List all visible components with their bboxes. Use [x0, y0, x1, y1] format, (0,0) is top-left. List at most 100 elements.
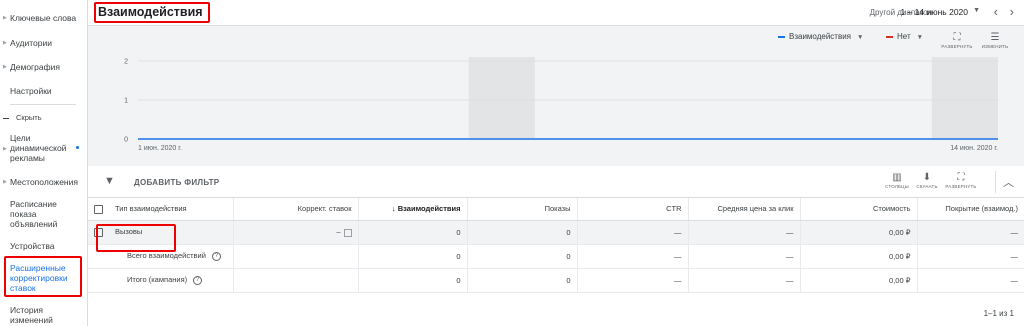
- header-coverage[interactable]: Покрытие (взаимод.): [917, 198, 1024, 221]
- sidebar-item-devices[interactable]: Устройства: [10, 241, 82, 251]
- weekend-bands: [468, 57, 998, 139]
- add-filter-button[interactable]: ДОБАВИТЬ ФИЛЬТР: [134, 178, 219, 187]
- select-all-checkbox[interactable]: [94, 204, 103, 214]
- table-row: Всего взаимодействий? 0 0 — — 0,00 ₽ —: [88, 244, 1024, 269]
- toolbar-divider: [995, 171, 996, 193]
- hide-label: Скрыть: [16, 113, 42, 122]
- header-interactions[interactable]: ↓ Взаимодействия: [358, 198, 468, 221]
- cell-ctr: —: [577, 220, 689, 245]
- pagination: 1–1 из 1: [983, 309, 1014, 318]
- y-axis-labels: 2 1 0: [124, 59, 128, 144]
- sidebar-item-ad-schedule[interactable]: Расписание показа объявлений: [10, 199, 82, 229]
- cell-cost: 0,00 ₽: [800, 244, 918, 269]
- highlight-box: [96, 224, 176, 252]
- edit-bid-icon[interactable]: [343, 228, 352, 237]
- header-cost[interactable]: Стоимость: [800, 198, 918, 221]
- y-tick-label: 1: [124, 98, 128, 105]
- cell-coverage: —: [917, 244, 1024, 269]
- cell-interactions: 0: [358, 244, 468, 269]
- header-impressions[interactable]: Показы: [467, 198, 578, 221]
- filter-icon[interactable]: ▼: [104, 175, 115, 187]
- sidebar-item-locations[interactable]: Местоположения: [10, 177, 82, 187]
- cell-avg-cpc: —: [688, 244, 801, 269]
- cell-ctr: —: [577, 268, 689, 293]
- x-tick-start: 1 июн. 2020 г.: [138, 145, 182, 152]
- header-type-label: Тип взаимодействия: [115, 203, 187, 213]
- sidebar-divider: [10, 104, 76, 105]
- cell-impressions: 0: [467, 244, 578, 269]
- sidebar-item-demographics[interactable]: Демография: [10, 62, 82, 72]
- help-icon[interactable]: ?: [193, 275, 203, 285]
- bid-value: –: [336, 227, 341, 237]
- header-avg-cpc[interactable]: Средняя цена за клик: [688, 198, 801, 221]
- table-expand-label: РАЗВЕРНУТЬ: [945, 184, 977, 189]
- sort-arrow-icon: ↓: [391, 204, 396, 214]
- collapse-dash-icon: [3, 117, 9, 119]
- cell-interactions: 0: [358, 220, 468, 245]
- cell-type: Итого (кампания)?: [88, 268, 234, 293]
- sidebar-hide-toggle[interactable]: Скрыть: [3, 113, 42, 122]
- y-tick-label: 2: [124, 59, 128, 66]
- cell-bid-adj[interactable]: –: [233, 220, 359, 245]
- filter-bar: ▼ ДОБАВИТЬ ФИЛЬТР ▥ СТОЛБЦЫ ⬇ СКАЧАТЬ ⛶ РАЗ…: [88, 166, 1024, 198]
- expand-arrow-icon: ▶: [3, 179, 7, 185]
- chevron-left-icon[interactable]: ‹: [994, 4, 998, 19]
- cell-avg-cpc: —: [688, 268, 801, 293]
- table-expand-button[interactable]: ⛶ РАЗВЕРНУТЬ: [944, 172, 978, 189]
- table-row[interactable]: Вызовы – 0 0 — — 0,00 ₽ —: [88, 220, 1024, 245]
- expand-arrow-icon: ▶: [3, 40, 7, 46]
- y-tick-label: 0: [124, 137, 128, 144]
- header-interactions-label: Взаимодействия: [397, 204, 461, 214]
- expand-arrow-icon: ▶: [3, 146, 7, 152]
- cell-impressions: 0: [467, 220, 578, 245]
- download-icon: ⬇: [922, 172, 932, 183]
- cell-avg-cpc: —: [688, 220, 801, 245]
- chevron-up-icon[interactable]: ︿: [1003, 174, 1014, 190]
- main-content: Взаимодействия Другой диапазон 1 – 14 ию…: [88, 0, 1024, 326]
- table-header-row: Тип взаимодействия Коррект. ставок ↓ Вза…: [88, 198, 1024, 221]
- highlight-box: [4, 256, 82, 297]
- cell-coverage: —: [917, 268, 1024, 293]
- interactions-chart: 2 1 0 1 июн. 2020 г. 14 июн. 2020 г.: [124, 57, 998, 152]
- help-icon[interactable]: ?: [211, 251, 221, 261]
- campaign-total-label: Итого (кампания): [127, 275, 188, 285]
- sidebar-item-audiences[interactable]: Аудитории: [10, 38, 82, 48]
- highlight-box: [94, 2, 210, 23]
- expand-arrow-icon: ▶: [3, 15, 7, 21]
- total-interactions-label: Всего взаимодействий: [127, 251, 206, 261]
- sidebar-item-change-history[interactable]: История изменений: [10, 305, 82, 325]
- cell-cost: 0,00 ₽: [800, 268, 918, 293]
- download-button[interactable]: ⬇ СКАЧАТЬ: [910, 172, 944, 189]
- expand-arrow-icon: ▶: [3, 64, 7, 70]
- table-row: Итого (кампания)? 0 0 — — 0,00 ₽ —: [88, 268, 1024, 293]
- header-bid-adj[interactable]: Коррект. ставок: [233, 198, 359, 221]
- data-table: Тип взаимодействия Коррект. ставок ↓ Вза…: [88, 198, 1024, 293]
- weekend-band: [468, 57, 535, 139]
- new-dot-indicator: [76, 146, 79, 149]
- columns-label: СТОЛБЦЫ: [885, 184, 909, 189]
- chevron-right-icon[interactable]: ›: [1010, 4, 1014, 19]
- cell-impressions: 0: [467, 268, 578, 293]
- header: Взаимодействия Другой диапазон 1 – 14 ию…: [88, 0, 1024, 26]
- download-label: СКАЧАТЬ: [916, 184, 938, 189]
- columns-button[interactable]: ▥ СТОЛБЦЫ: [880, 172, 914, 189]
- sidebar-item-settings[interactable]: Настройки: [10, 86, 82, 96]
- header-type[interactable]: Тип взаимодействия: [88, 198, 234, 221]
- cell-bid-adj: [233, 268, 359, 293]
- date-range-value[interactable]: 1 – 14 июнь 2020: [900, 7, 968, 17]
- cell-ctr: —: [577, 244, 689, 269]
- cell-bid-adj: [233, 244, 359, 269]
- x-tick-end: 14 июн. 2020 г.: [950, 145, 998, 152]
- dropdown-arrow-icon[interactable]: ▼: [973, 7, 980, 14]
- sidebar-item-keywords[interactable]: Ключевые слова: [10, 13, 82, 23]
- header-ctr[interactable]: CTR: [577, 198, 689, 221]
- chart-grid: [138, 60, 998, 140]
- cell-interactions: 0: [358, 268, 468, 293]
- columns-icon: ▥: [892, 172, 902, 183]
- sidebar-item-dynamic-ad-targets[interactable]: Цели динамической рекламы: [10, 133, 82, 163]
- table-card: ▼ ДОБАВИТЬ ФИЛЬТР ▥ СТОЛБЦЫ ⬇ СКАЧАТЬ ⛶ РАЗ…: [88, 166, 1024, 326]
- cell-coverage: —: [917, 220, 1024, 245]
- expand-icon: ⛶: [957, 172, 965, 183]
- weekend-band: [931, 57, 998, 139]
- cell-cost: 0,00 ₽: [800, 220, 918, 245]
